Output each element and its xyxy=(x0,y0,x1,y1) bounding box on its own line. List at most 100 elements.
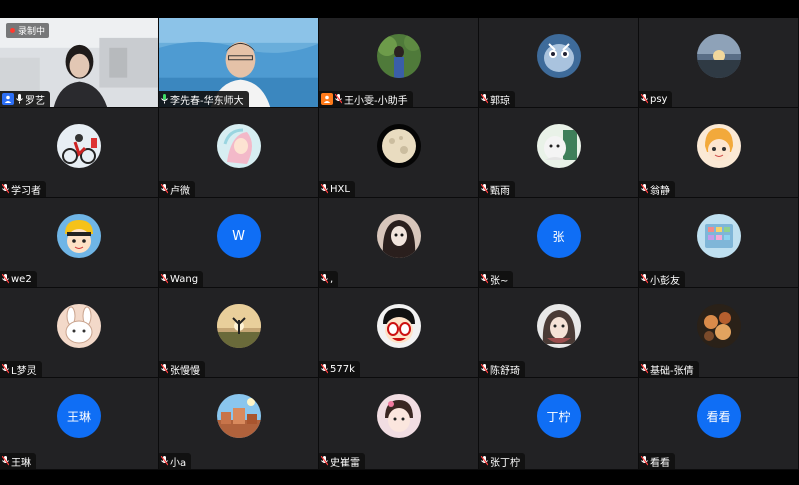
avatar-initial: 看看 xyxy=(696,394,741,438)
avatar-initial: W xyxy=(216,214,261,258)
meeting-window: 录制中 罗艺 李先春-华东师大 王小雯-小助手 郭琼 psy 学习者 卢微 HX… xyxy=(0,0,799,485)
record-dot-icon xyxy=(10,28,15,33)
participant-tile[interactable]: 李先春-华东师大 xyxy=(159,18,319,108)
participant-tile[interactable]: 小彭友 xyxy=(639,198,799,288)
name-tag: L梦灵 xyxy=(0,361,42,377)
participant-tile[interactable]: 甄雨 xyxy=(479,108,639,198)
participant-tile[interactable]: we2 xyxy=(0,198,159,288)
participant-tile[interactable]: HXL xyxy=(319,108,479,198)
name-tag: 罗艺 xyxy=(0,91,50,107)
avatar-initial: 张 xyxy=(536,214,581,258)
participant-name: 王琳 xyxy=(11,457,31,469)
participant-tile[interactable]: 张 张~ xyxy=(479,198,639,288)
participant-name: 看看 xyxy=(650,457,670,469)
participant-tile[interactable]: 王小雯-小助手 xyxy=(319,18,479,108)
participant-tile[interactable]: 录制中 罗艺 xyxy=(0,18,159,108)
mic-muted-icon xyxy=(2,364,9,374)
participant-tile[interactable]: 王琳 王琳 xyxy=(0,378,159,470)
name-tag: 张慢慢 xyxy=(159,361,205,377)
mic-muted-icon xyxy=(641,184,648,194)
avatar xyxy=(376,34,421,78)
participant-tile[interactable]: 翁静 xyxy=(639,108,799,198)
participant-tile[interactable]: psy xyxy=(639,18,799,108)
mic-muted-icon xyxy=(481,274,488,284)
participant-tile[interactable]: 学习者 xyxy=(0,108,159,198)
name-tag: 基础-张倩 xyxy=(639,361,699,377)
avatar xyxy=(536,124,581,168)
participant-name: 基础-张倩 xyxy=(650,365,694,377)
avatar-initial: 王琳 xyxy=(57,394,101,438)
participant-name: 577k xyxy=(330,363,355,375)
mic-muted-icon xyxy=(2,184,9,194)
avatar xyxy=(696,124,741,168)
participant-name: 陈舒琦 xyxy=(490,365,520,377)
participant-name: 甄雨 xyxy=(490,185,510,197)
participant-name: , xyxy=(330,273,334,285)
avatar xyxy=(696,214,741,258)
participant-name: 卢微 xyxy=(170,185,190,197)
participant-tile[interactable]: 史崔雷 xyxy=(319,378,479,470)
avatar xyxy=(376,124,421,168)
participant-tile[interactable]: L梦灵 xyxy=(0,288,159,378)
participant-name: 学习者 xyxy=(11,185,41,197)
participant-tile[interactable]: , xyxy=(319,198,479,288)
name-tag: HXL xyxy=(319,181,355,197)
participant-name: 张慢慢 xyxy=(170,365,200,377)
recording-indicator: 录制中 xyxy=(6,23,50,38)
participant-name: 郭琼 xyxy=(490,95,510,107)
name-tag: 翁静 xyxy=(639,181,675,197)
participant-name: HXL xyxy=(330,183,350,195)
mic-muted-icon xyxy=(641,364,648,374)
participant-tile[interactable]: 基础-张倩 xyxy=(639,288,799,378)
mic-muted-icon xyxy=(641,94,648,104)
avatar xyxy=(57,214,101,258)
participant-tile[interactable]: 577k xyxy=(319,288,479,378)
mic-icon xyxy=(161,94,168,104)
name-tag: we2 xyxy=(0,271,37,287)
participant-tile[interactable]: 郭琼 xyxy=(479,18,639,108)
mic-muted-icon xyxy=(481,94,488,104)
name-tag: 张丁柠 xyxy=(479,453,525,469)
name-tag: Wang xyxy=(159,271,204,287)
avatar xyxy=(376,214,421,258)
mic-muted-icon xyxy=(161,456,168,466)
avatar xyxy=(536,304,581,348)
mic-muted-icon xyxy=(641,456,648,466)
avatar xyxy=(216,394,261,438)
mic-muted-icon xyxy=(321,364,328,374)
participant-name: 翁静 xyxy=(650,185,670,197)
participant-name: we2 xyxy=(11,273,32,285)
participant-tile[interactable]: W Wang xyxy=(159,198,319,288)
participant-name: 张丁柠 xyxy=(490,457,520,469)
avatar-initial: 丁柠 xyxy=(536,394,581,438)
recording-label: 录制中 xyxy=(18,27,46,37)
name-tag: 张~ xyxy=(479,271,514,287)
cohost-icon xyxy=(321,93,333,105)
avatar xyxy=(376,304,421,348)
mic-muted-icon xyxy=(335,94,342,104)
participant-tile[interactable]: 陈舒琦 xyxy=(479,288,639,378)
mic-muted-icon xyxy=(321,456,328,466)
name-tag: 王小雯-小助手 xyxy=(319,91,413,107)
mic-muted-icon xyxy=(2,456,9,466)
participant-tile[interactable]: 丁柠 张丁柠 xyxy=(479,378,639,470)
mic-muted-icon xyxy=(161,274,168,284)
name-tag: 小a xyxy=(159,453,192,469)
participant-name: Wang xyxy=(170,273,199,285)
participant-tile[interactable]: 小a xyxy=(159,378,319,470)
name-tag: 陈舒琦 xyxy=(479,361,525,377)
name-tag: 史崔雷 xyxy=(319,453,365,469)
participant-name: 小a xyxy=(170,457,187,469)
avatar xyxy=(216,304,261,348)
name-tag: psy xyxy=(639,91,673,107)
participant-tile[interactable]: 卢微 xyxy=(159,108,319,198)
participant-tile[interactable]: 张慢慢 xyxy=(159,288,319,378)
participant-name: 李先春-华东师大 xyxy=(170,95,244,107)
participant-name: 罗艺 xyxy=(25,95,45,107)
participant-name: 张~ xyxy=(490,275,509,287)
name-tag: 李先春-华东师大 xyxy=(159,91,249,107)
avatar xyxy=(376,394,421,438)
participant-tile[interactable]: 看看 看看 xyxy=(639,378,799,470)
avatar xyxy=(536,34,581,78)
name-tag: 学习者 xyxy=(0,181,46,197)
